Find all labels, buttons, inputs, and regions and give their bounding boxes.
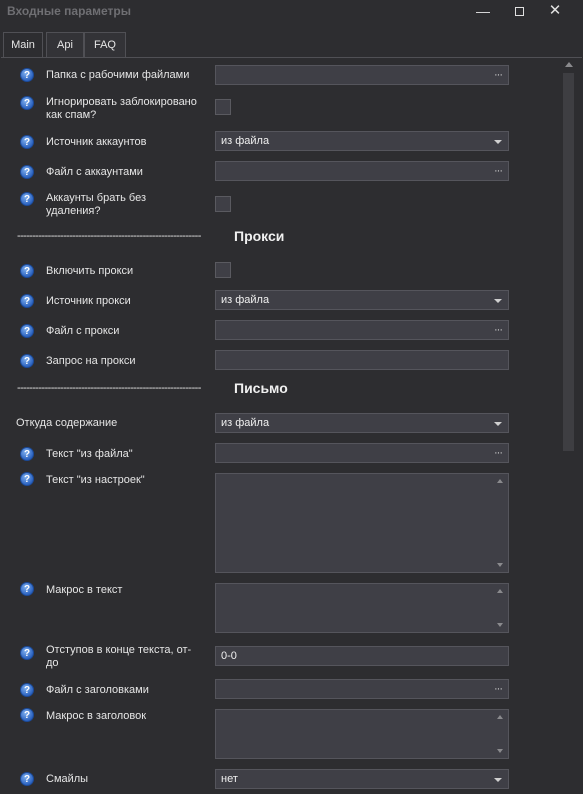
end-indents-input[interactable]: 0-0: [215, 646, 509, 666]
text-from-file-input[interactable]: ···: [215, 443, 509, 463]
tab-api[interactable]: Api: [46, 32, 84, 57]
text-macro-textarea[interactable]: [215, 583, 509, 633]
accounts-no-delete-label: Аккаунты брать без удаления?: [46, 192, 146, 217]
browse-icon[interactable]: ···: [494, 444, 503, 462]
work-folder-label: Папка с рабочими файлами: [46, 69, 190, 81]
scroll-thumb[interactable]: [563, 73, 574, 451]
browse-icon[interactable]: ···: [494, 162, 503, 180]
proxy-enable-label: Включить прокси: [46, 265, 134, 277]
ignore-spam-checkbox[interactable]: [215, 99, 231, 115]
scroll-down-arrow-icon[interactable]: [497, 623, 503, 627]
maximize-button[interactable]: [502, 0, 536, 22]
help-icon[interactable]: ?: [20, 582, 34, 596]
proxy-file-input[interactable]: ···: [215, 320, 509, 340]
proxy-request-input[interactable]: [215, 350, 509, 370]
help-icon[interactable]: ?: [20, 324, 34, 338]
help-icon[interactable]: ?: [20, 264, 34, 278]
help-icon[interactable]: ?: [20, 165, 34, 179]
chevron-down-icon: [494, 778, 502, 782]
tab-bar: Main Api FAQ: [0, 32, 583, 58]
help-icon[interactable]: ?: [20, 192, 34, 206]
accounts-source-select[interactable]: из файла: [215, 131, 509, 151]
accounts-no-delete-checkbox[interactable]: [215, 196, 231, 212]
help-icon[interactable]: ?: [20, 447, 34, 461]
section-proxy-title: Прокси: [234, 228, 285, 244]
tab-main[interactable]: Main: [3, 32, 43, 58]
browse-icon[interactable]: ···: [494, 66, 503, 84]
title-bar: Входные параметры — ✕: [0, 0, 583, 24]
scroll-up-arrow-icon[interactable]: [497, 589, 503, 593]
help-icon[interactable]: ?: [20, 68, 34, 82]
section-divider: ----------------------------------------…: [17, 382, 201, 394]
subjects-file-input[interactable]: ···: [215, 679, 509, 699]
close-button[interactable]: ✕: [538, 0, 572, 22]
accounts-file-input[interactable]: ···: [215, 161, 509, 181]
window-title: Входные параметры: [7, 4, 131, 18]
vertical-scrollbar[interactable]: [560, 58, 577, 794]
section-proxy-header: ----------------------------------------…: [17, 228, 284, 246]
smileys-label: Смайлы: [46, 773, 89, 785]
help-icon[interactable]: ?: [20, 96, 34, 110]
scroll-up-arrow-icon[interactable]: [497, 715, 503, 719]
subject-macro-textarea[interactable]: [215, 709, 509, 759]
browse-icon[interactable]: ···: [494, 321, 503, 339]
content-source-label: Откуда содержание: [16, 417, 118, 429]
section-letter-title: Письмо: [234, 380, 288, 396]
chevron-down-icon: [494, 422, 502, 426]
browse-icon[interactable]: ···: [494, 680, 503, 698]
section-divider: ----------------------------------------…: [17, 230, 201, 242]
chevron-down-icon: [494, 299, 502, 303]
proxy-source-label: Источник прокси: [46, 295, 131, 307]
section-letter-header: ----------------------------------------…: [17, 380, 288, 398]
scroll-up-arrow-icon[interactable]: [565, 62, 573, 67]
help-icon[interactable]: ?: [20, 354, 34, 368]
work-folder-input[interactable]: ···: [215, 65, 509, 85]
scroll-up-arrow-icon[interactable]: [497, 479, 503, 483]
chevron-down-icon: [494, 140, 502, 144]
help-icon[interactable]: ?: [20, 708, 34, 722]
help-icon[interactable]: ?: [20, 294, 34, 308]
scroll-down-arrow-icon[interactable]: [497, 749, 503, 753]
ignore-spam-label: Игнорировать заблокировано как спам?: [46, 96, 197, 121]
help-icon[interactable]: ?: [20, 772, 34, 786]
end-indents-label: Отступов в конце текста, от-до: [46, 644, 192, 669]
text-macro-label: Макрос в текст: [46, 584, 123, 596]
maximize-icon: [514, 6, 524, 16]
proxy-source-select[interactable]: из файла: [215, 290, 509, 310]
subjects-file-label: Файл с заголовками: [46, 684, 149, 696]
text-from-settings-label: Текст "из настроек": [46, 474, 145, 486]
proxy-enable-checkbox[interactable]: [215, 262, 231, 278]
smileys-select[interactable]: нет: [215, 769, 509, 789]
help-icon[interactable]: ?: [20, 646, 34, 660]
minimize-button[interactable]: —: [466, 0, 500, 22]
accounts-file-label: Файл с аккаунтами: [46, 166, 143, 178]
proxy-request-label: Запрос на прокси: [46, 355, 136, 367]
accounts-source-label: Источник аккаунтов: [46, 136, 147, 148]
help-icon[interactable]: ?: [20, 135, 34, 149]
text-from-settings-textarea[interactable]: [215, 473, 509, 573]
text-from-file-label: Текст "из файла": [46, 448, 133, 460]
help-icon[interactable]: ?: [20, 683, 34, 697]
help-icon[interactable]: ?: [20, 472, 34, 486]
proxy-file-label: Файл с прокси: [46, 325, 120, 337]
scroll-down-arrow-icon[interactable]: [497, 563, 503, 567]
tab-faq[interactable]: FAQ: [84, 32, 126, 57]
content-source-select[interactable]: из файла: [215, 413, 509, 433]
subject-macro-label: Макрос в заголовок: [46, 710, 147, 722]
